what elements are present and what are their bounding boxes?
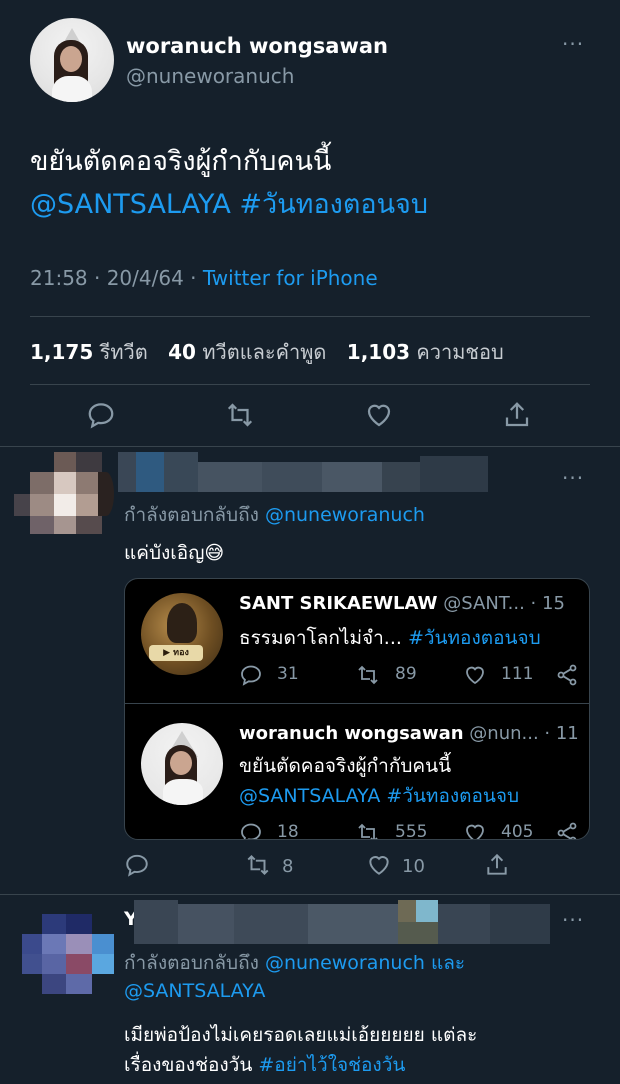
retweet-icon[interactable] — [355, 663, 381, 687]
divider — [30, 316, 590, 317]
user-handle[interactable]: @nuneworanuch — [126, 64, 294, 88]
and-label: และ — [431, 952, 466, 974]
like-label[interactable]: ความชอบ — [416, 340, 503, 364]
divider — [125, 703, 589, 704]
reply-icon[interactable] — [239, 663, 263, 687]
reply-text-content: แค่บังเอิญ — [124, 542, 205, 564]
reply-icon[interactable] — [86, 400, 116, 430]
quoted-handle[interactable]: @SANT... — [443, 593, 525, 614]
replying-to-label: กำลังตอบกลับถึง — [124, 504, 259, 526]
like-count: 405 — [501, 822, 534, 840]
retweet-count: 89 — [395, 664, 417, 684]
like-count: 10 — [402, 856, 425, 877]
like-icon[interactable] — [463, 663, 487, 687]
blurred-user-name[interactable] — [134, 900, 550, 944]
like-icon[interactable] — [366, 852, 392, 878]
share-icon[interactable] — [484, 852, 510, 878]
avatar[interactable] — [141, 723, 223, 805]
like-icon[interactable] — [463, 821, 487, 839]
reply-icon[interactable] — [239, 821, 263, 839]
replying-to-label: กำลังตอบกลับถึง — [124, 952, 259, 974]
mention-link[interactable]: @SANTSALAYA — [30, 189, 231, 220]
quoted-time: · 15 — [530, 593, 565, 614]
quoted-tweets-card[interactable]: ▶ ทอง SANT SRIKAEWLAW @SANT... · 15 ธรรม… — [124, 578, 590, 840]
mention-link[interactable]: @SANTSALAYA — [239, 785, 380, 807]
tweet-text-line: ขยันตัดคอจริงผู้กำกับคนนี้ — [30, 146, 332, 177]
reply-text: แค่บังเอิญ😅 — [124, 538, 224, 568]
like-count: 111 — [501, 664, 534, 684]
avatar[interactable] — [22, 914, 114, 994]
retweet-icon[interactable] — [355, 821, 381, 839]
quoted-time: · 11 — [544, 723, 579, 744]
share-icon[interactable] — [502, 400, 532, 430]
share-icon[interactable] — [555, 663, 579, 687]
avatar[interactable]: ▶ ทอง — [141, 593, 223, 675]
mention-link[interactable]: @nuneworanuch — [265, 504, 425, 526]
avatar[interactable] — [30, 18, 114, 102]
quoted-handle[interactable]: @nun... — [469, 723, 538, 744]
avatar-body — [52, 76, 92, 102]
retweet-icon[interactable] — [244, 852, 272, 878]
quote-label[interactable]: ทวีตและคำพูด — [202, 340, 326, 364]
share-icon[interactable] — [555, 821, 579, 839]
retweet-count[interactable]: 1,175 — [30, 340, 93, 364]
hashtag-link[interactable]: #วันทองตอนจบ — [408, 627, 541, 649]
hashtag-link[interactable]: #วันทองตอนจบ — [386, 785, 519, 807]
more-options-icon[interactable]: ··· — [562, 466, 584, 490]
retweet-icon[interactable] — [224, 400, 256, 430]
replying-to: กำลังตอบกลับถึง @nuneworanuch — [124, 500, 425, 530]
hashtag-link[interactable]: #อย่าไว้ใจช่องวัน — [258, 1054, 405, 1076]
more-options-icon[interactable]: ··· — [562, 908, 584, 932]
reply-count: 31 — [277, 664, 299, 684]
avatar[interactable] — [14, 452, 114, 534]
tweet-timestamp: 21:58 · 20/4/64 · — [30, 266, 203, 290]
hashtag-link[interactable]: #วันทองตอนจบ — [239, 189, 428, 220]
reply-count: 18 — [277, 822, 299, 840]
retweet-count: 8 — [282, 856, 294, 877]
tweet-meta: 21:58 · 20/4/64 · Twitter for iPhone — [30, 266, 378, 290]
show-logo-icon: ▶ ทอง — [149, 645, 203, 661]
quote-count[interactable]: 40 — [168, 340, 196, 364]
avatar-face — [60, 46, 82, 72]
divider — [0, 894, 620, 895]
like-count[interactable]: 1,103 — [347, 340, 410, 364]
reply-text-line: เมียพ่อป้องไม่เคยรอดเลยแม่เอ้ยยยยย แต่ละ — [124, 1024, 478, 1046]
quoted-display-name[interactable]: woranuch wongsawan — [239, 723, 464, 744]
divider — [30, 384, 590, 385]
mention-link[interactable]: @nuneworanuch — [265, 952, 425, 974]
sweat-smile-emoji: 😅 — [204, 542, 225, 564]
display-name[interactable]: woranuch wongsawan — [126, 34, 388, 58]
divider — [0, 446, 620, 447]
quoted-display-name[interactable]: SANT SRIKAEWLAW — [239, 593, 438, 614]
tweet-source-link[interactable]: Twitter for iPhone — [203, 266, 378, 290]
reply-text: เรื่องของช่องวัน #อย่าไว้ใจช่องวัน — [124, 1050, 405, 1080]
more-options-icon[interactable]: ··· — [562, 32, 584, 56]
retweet-label[interactable]: รีทวีต — [100, 340, 148, 364]
like-icon[interactable] — [364, 400, 394, 430]
quoted-text: ธรรมดาโลกไม่จำ... — [239, 627, 402, 649]
quoted-text: ขยันตัดคอจริงผู้กำกับคนนี้ — [239, 755, 452, 777]
tweet-stats: 1,175 รีทวีต 40 ทวีตและคำพูด 1,103 ความช… — [30, 336, 518, 368]
reply-icon[interactable] — [124, 852, 150, 878]
retweet-count: 555 — [395, 822, 428, 840]
blurred-user-name[interactable] — [118, 452, 488, 492]
reply-text-content: เรื่องของช่องวัน — [124, 1054, 253, 1076]
replying-to: กำลังตอบกลับถึง @nuneworanuch และ — [124, 948, 465, 978]
tweet-text: ขยันตัดคอจริงผู้กำกับคนนี้ @SANTSALAYA #… — [30, 140, 428, 226]
mention-link[interactable]: @SANTSALAYA — [124, 980, 265, 1002]
